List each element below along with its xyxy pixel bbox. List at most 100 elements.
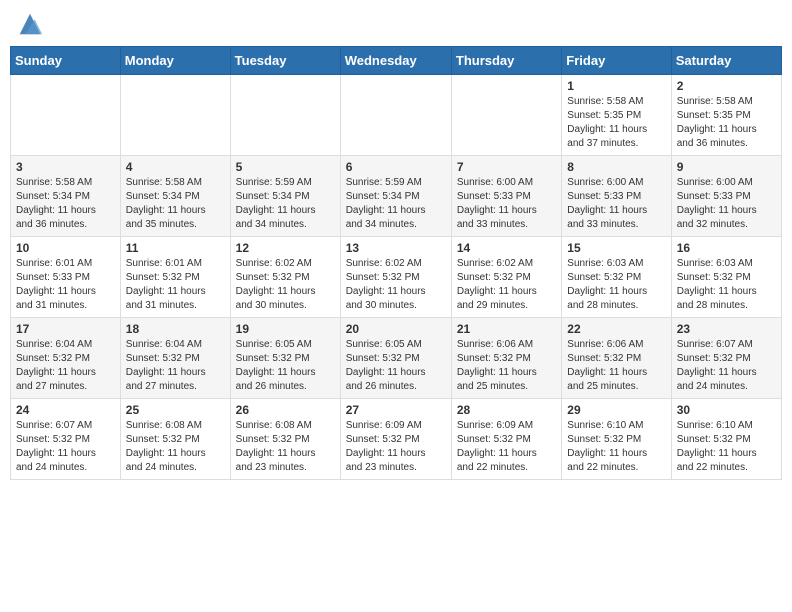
day-info: Sunrise: 6:06 AM Sunset: 5:32 PM Dayligh…	[457, 338, 556, 394]
day-info: Sunrise: 6:08 AM Sunset: 5:32 PM Dayligh…	[126, 419, 225, 475]
calendar-cell: 18Sunrise: 6:04 AM Sunset: 5:32 PM Dayli…	[120, 318, 230, 399]
calendar-table: SundayMondayTuesdayWednesdayThursdayFrid…	[10, 46, 782, 480]
day-number: 21	[457, 322, 556, 336]
day-number: 27	[346, 403, 446, 417]
day-number: 22	[567, 322, 665, 336]
calendar-cell: 30 Sunrise: 6:10 AM Sunset: 5:32 PM Dayli…	[671, 399, 781, 480]
calendar-cell: 7 Sunrise: 6:00 AM Sunset: 5:33 PM Daylig…	[451, 156, 561, 237]
day-info: Sunrise: 6:09 AM Sunset: 5:32 PM Dayligh…	[346, 419, 446, 475]
calendar-header-monday: Monday	[120, 47, 230, 75]
day-number: 24	[16, 403, 115, 417]
day-number: 29	[567, 403, 665, 417]
day-number: 9	[677, 160, 776, 174]
calendar-cell: 13Sunrise: 6:02 AM Sunset: 5:32 PM Dayli…	[340, 237, 451, 318]
day-info: Sunrise: 6:08 AM Sunset: 5:32 PM Dayligh…	[236, 419, 335, 475]
calendar-cell: 11 Sunrise: 6:01 AM Sunset: 5:32 PM Dayli…	[120, 237, 230, 318]
day-number: 25	[126, 403, 225, 417]
calendar-week-row: 24 Sunrise: 6:07 AM Sunset: 5:32 PM Dayli…	[11, 399, 782, 480]
calendar-week-row: 3 Sunrise: 5:58 AM Sunset: 5:34 PM Daylig…	[11, 156, 782, 237]
day-number: 1	[567, 79, 665, 93]
day-number: 3	[16, 160, 115, 174]
calendar-cell: 17 Sunrise: 6:04 AM Sunset: 5:32 PM Dayli…	[11, 318, 121, 399]
calendar-cell: 9 Sunrise: 6:00 AM Sunset: 5:33 PM Daylig…	[671, 156, 781, 237]
day-number: 13	[346, 241, 446, 255]
calendar-cell: 23Sunrise: 6:07 AM Sunset: 5:32 PM Dayli…	[671, 318, 781, 399]
day-number: 20	[346, 322, 446, 336]
day-info: Sunrise: 6:05 AM Sunset: 5:32 PM Dayligh…	[236, 338, 335, 394]
day-number: 28	[457, 403, 556, 417]
calendar-cell: 6 Sunrise: 5:59 AM Sunset: 5:34 PM Daylig…	[340, 156, 451, 237]
calendar-cell: 29 Sunrise: 6:10 AM Sunset: 5:32 PM Dayli…	[562, 399, 671, 480]
calendar-cell: 24 Sunrise: 6:07 AM Sunset: 5:32 PM Dayli…	[11, 399, 121, 480]
calendar-header-thursday: Thursday	[451, 47, 561, 75]
day-number: 8	[567, 160, 665, 174]
day-info: Sunrise: 6:00 AM Sunset: 5:33 PM Dayligh…	[677, 176, 776, 232]
day-number: 11	[126, 241, 225, 255]
calendar-week-row: 1 Sunrise: 5:58 AM Sunset: 5:35 PM Daylig…	[11, 75, 782, 156]
calendar-cell: 3 Sunrise: 5:58 AM Sunset: 5:34 PM Daylig…	[11, 156, 121, 237]
day-number: 4	[126, 160, 225, 174]
day-number: 30	[677, 403, 776, 417]
calendar-header-wednesday: Wednesday	[340, 47, 451, 75]
calendar-cell: 2 Sunrise: 5:58 AM Sunset: 5:35 PM Daylig…	[671, 75, 781, 156]
day-info: Sunrise: 6:07 AM Sunset: 5:32 PM Dayligh…	[677, 338, 776, 394]
calendar-cell	[451, 75, 561, 156]
page-header	[10, 10, 782, 38]
day-info: Sunrise: 6:06 AM Sunset: 5:32 PM Dayligh…	[567, 338, 665, 394]
calendar-cell: 8 Sunrise: 6:00 AM Sunset: 5:33 PM Daylig…	[562, 156, 671, 237]
day-number: 15	[567, 241, 665, 255]
calendar-cell: 14 Sunrise: 6:02 AM Sunset: 5:32 PM Dayli…	[451, 237, 561, 318]
day-number: 2	[677, 79, 776, 93]
calendar-cell: 4 Sunrise: 5:58 AM Sunset: 5:34 PM Daylig…	[120, 156, 230, 237]
day-info: Sunrise: 6:05 AM Sunset: 5:32 PM Dayligh…	[346, 338, 446, 394]
day-info: Sunrise: 5:58 AM Sunset: 5:35 PM Dayligh…	[567, 95, 665, 151]
calendar-header-sunday: Sunday	[11, 47, 121, 75]
calendar-cell	[11, 75, 121, 156]
day-number: 16	[677, 241, 776, 255]
calendar-week-row: 17 Sunrise: 6:04 AM Sunset: 5:32 PM Dayli…	[11, 318, 782, 399]
day-number: 19	[236, 322, 335, 336]
day-number: 7	[457, 160, 556, 174]
day-info: Sunrise: 5:58 AM Sunset: 5:34 PM Dayligh…	[16, 176, 115, 232]
day-info: Sunrise: 5:59 AM Sunset: 5:34 PM Dayligh…	[236, 176, 335, 232]
logo-icon	[16, 10, 44, 38]
calendar-cell: 21 Sunrise: 6:06 AM Sunset: 5:32 PM Dayli…	[451, 318, 561, 399]
calendar-cell	[340, 75, 451, 156]
calendar-cell	[120, 75, 230, 156]
day-number: 14	[457, 241, 556, 255]
calendar-cell: 19 Sunrise: 6:05 AM Sunset: 5:32 PM Dayli…	[230, 318, 340, 399]
day-info: Sunrise: 5:59 AM Sunset: 5:34 PM Dayligh…	[346, 176, 446, 232]
calendar-cell: 16 Sunrise: 6:03 AM Sunset: 5:32 PM Dayli…	[671, 237, 781, 318]
calendar-cell: 22 Sunrise: 6:06 AM Sunset: 5:32 PM Dayli…	[562, 318, 671, 399]
day-number: 10	[16, 241, 115, 255]
day-info: Sunrise: 6:01 AM Sunset: 5:33 PM Dayligh…	[16, 257, 115, 313]
calendar-cell	[230, 75, 340, 156]
day-info: Sunrise: 6:00 AM Sunset: 5:33 PM Dayligh…	[567, 176, 665, 232]
day-info: Sunrise: 5:58 AM Sunset: 5:35 PM Dayligh…	[677, 95, 776, 151]
day-info: Sunrise: 6:02 AM Sunset: 5:32 PM Dayligh…	[236, 257, 335, 313]
day-info: Sunrise: 6:02 AM Sunset: 5:32 PM Dayligh…	[457, 257, 556, 313]
day-info: Sunrise: 5:58 AM Sunset: 5:34 PM Dayligh…	[126, 176, 225, 232]
day-info: Sunrise: 6:07 AM Sunset: 5:32 PM Dayligh…	[16, 419, 115, 475]
day-info: Sunrise: 6:03 AM Sunset: 5:32 PM Dayligh…	[567, 257, 665, 313]
day-number: 6	[346, 160, 446, 174]
day-info: Sunrise: 6:09 AM Sunset: 5:32 PM Dayligh…	[457, 419, 556, 475]
calendar-header-friday: Friday	[562, 47, 671, 75]
calendar-cell: 26Sunrise: 6:08 AM Sunset: 5:32 PM Dayli…	[230, 399, 340, 480]
day-info: Sunrise: 6:10 AM Sunset: 5:32 PM Dayligh…	[567, 419, 665, 475]
calendar-cell: 1 Sunrise: 5:58 AM Sunset: 5:35 PM Daylig…	[562, 75, 671, 156]
day-info: Sunrise: 6:03 AM Sunset: 5:32 PM Dayligh…	[677, 257, 776, 313]
day-info: Sunrise: 6:10 AM Sunset: 5:32 PM Dayligh…	[677, 419, 776, 475]
calendar-cell: 5Sunrise: 5:59 AM Sunset: 5:34 PM Daylig…	[230, 156, 340, 237]
calendar-cell: 12 Sunrise: 6:02 AM Sunset: 5:32 PM Dayli…	[230, 237, 340, 318]
calendar-cell: 28 Sunrise: 6:09 AM Sunset: 5:32 PM Dayli…	[451, 399, 561, 480]
day-info: Sunrise: 6:00 AM Sunset: 5:33 PM Dayligh…	[457, 176, 556, 232]
calendar-cell: 20 Sunrise: 6:05 AM Sunset: 5:32 PM Dayli…	[340, 318, 451, 399]
day-number: 18	[126, 322, 225, 336]
day-info: Sunrise: 6:01 AM Sunset: 5:32 PM Dayligh…	[126, 257, 225, 313]
day-number: 17	[16, 322, 115, 336]
calendar-cell: 10 Sunrise: 6:01 AM Sunset: 5:33 PM Dayli…	[11, 237, 121, 318]
day-info: Sunrise: 6:04 AM Sunset: 5:32 PM Dayligh…	[16, 338, 115, 394]
day-number: 12	[236, 241, 335, 255]
calendar-week-row: 10 Sunrise: 6:01 AM Sunset: 5:33 PM Dayli…	[11, 237, 782, 318]
